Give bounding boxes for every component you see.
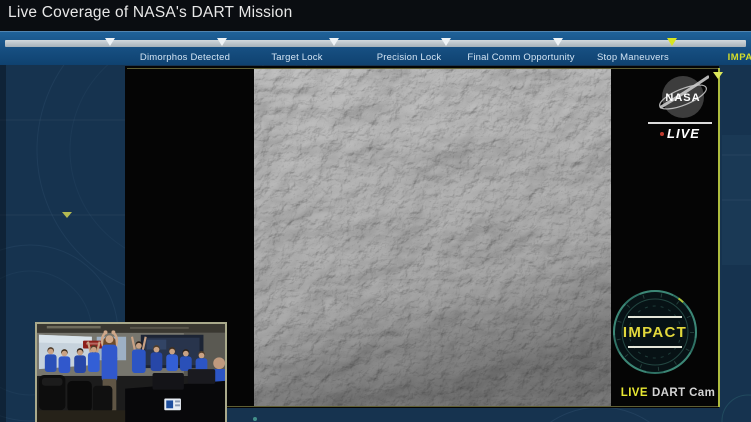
milestone-marker-icon: [329, 38, 339, 46]
milestone-marker-icon: [105, 38, 115, 46]
milestone-label: IMPACT: [672, 52, 751, 63]
impact-status-badge: IMPACT: [611, 288, 699, 376]
live-divider: [648, 122, 712, 124]
monitor-back: [153, 373, 184, 390]
caption-camera-label: DART Cam: [652, 387, 715, 399]
asteroid-surface-feed: [254, 69, 611, 406]
office-chair: [67, 381, 91, 412]
milestone-marker-icon: [667, 38, 677, 46]
milestone-marker-icon: [217, 38, 227, 46]
live-indicator: LIVE: [648, 126, 712, 141]
timeline-track: [5, 40, 746, 47]
feed-frame-right: [718, 68, 720, 407]
nasa-logo-text: NASA: [665, 92, 700, 104]
live-dot-icon: [660, 132, 664, 136]
caption-live-label: LIVE: [621, 387, 648, 399]
monitor-back: [188, 369, 215, 384]
nasa-logo-icon: NASA: [657, 73, 709, 121]
mission-timeline: Dimorphos Detected Target Lock Precision…: [0, 31, 751, 65]
camera-caption: LIVE DART Cam: [606, 387, 730, 399]
broadcast-window: Live Coverage of NASA's DART Mission Dim…: [0, 0, 751, 422]
feed-frame-top: [127, 68, 718, 69]
live-label: LIVE: [667, 126, 700, 141]
person-figure: [132, 337, 146, 373]
title-bar: Live Coverage of NASA's DART Mission: [0, 0, 751, 27]
milestone-marker-icon: [441, 38, 451, 46]
milestone-marker-icon: [553, 38, 563, 46]
page-title: Live Coverage of NASA's DART Mission: [8, 4, 292, 22]
floor: [37, 410, 125, 422]
broadcast-stage: NASA LIVE IMPACT LIVE DART Cam: [0, 65, 751, 422]
mission-control-scene: [37, 324, 225, 422]
mission-control-pip: [35, 322, 227, 422]
office-chair: [93, 386, 113, 412]
person-figure: [88, 342, 100, 372]
